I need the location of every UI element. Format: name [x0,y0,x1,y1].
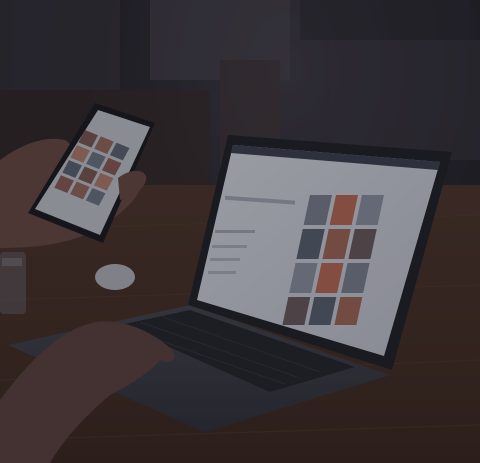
scene-drawing [0,0,480,463]
photo-scene [0,0,480,463]
dark-overlay [0,0,480,463]
